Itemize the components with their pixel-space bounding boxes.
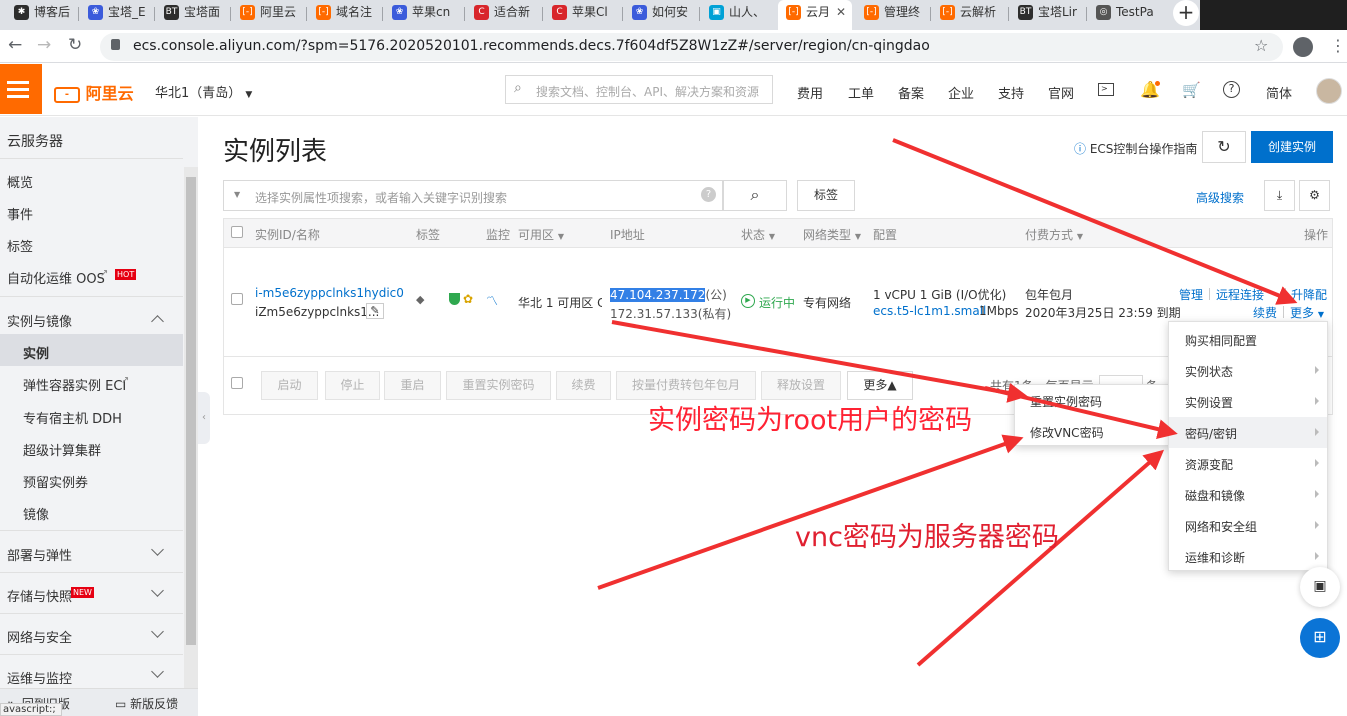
annotation-vnc-password: vnc密码为服务器密码 (795, 522, 1059, 553)
arrow-to-vnc-password (597, 434, 1024, 590)
arrow-to-reset-password (611, 320, 1028, 403)
arrow-to-dropdown (916, 449, 1165, 667)
annotation-root-password: 实例密码为root用户的密码 (648, 405, 973, 436)
annotation-arrows (597, 138, 1298, 667)
arrow-to-password-key (984, 386, 1178, 439)
arrow-to-more-link (892, 138, 1298, 305)
